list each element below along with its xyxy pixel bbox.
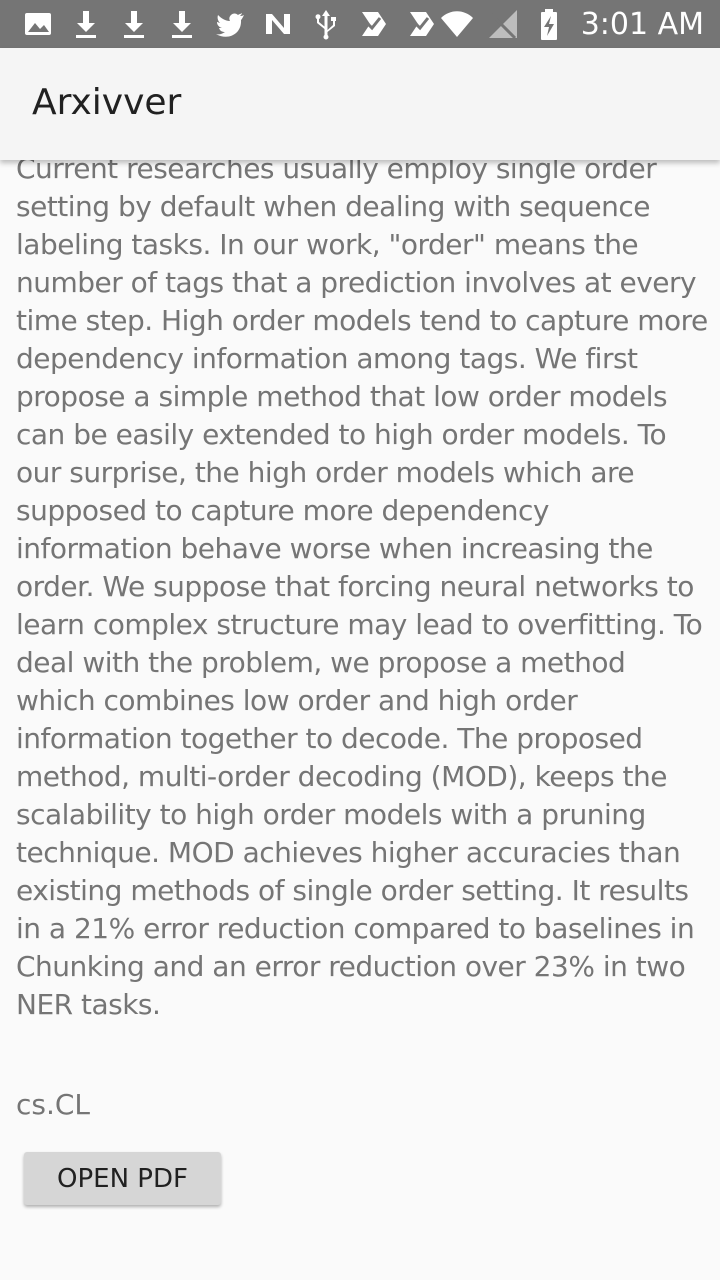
category-label: cs.CL <box>16 1088 91 1121</box>
system-icons: 3:01 AM <box>439 6 704 42</box>
wifi-icon <box>439 6 475 42</box>
status-bar: 3:01 AM <box>0 0 720 48</box>
paper-detail[interactable]: Current researches usually employ single… <box>0 140 720 1280</box>
notification-icons <box>20 6 440 42</box>
download-icon <box>116 6 152 42</box>
app-bar: Arxivver <box>0 48 720 160</box>
download-icon <box>164 6 200 42</box>
twitter-icon <box>212 6 248 42</box>
app-badge-icon <box>356 6 392 42</box>
download-icon <box>68 6 104 42</box>
battery-charging-icon <box>531 6 567 42</box>
image-icon <box>20 6 56 42</box>
no-signal-icon <box>485 6 521 42</box>
n-app-icon <box>260 6 296 42</box>
abstract-text: Current researches usually employ single… <box>16 152 708 1021</box>
app-title: Arxivver <box>32 82 182 123</box>
clock: 3:01 AM <box>580 6 704 42</box>
app-badge-icon <box>404 6 440 42</box>
usb-icon <box>308 6 344 42</box>
open-pdf-button[interactable]: OPEN PDF <box>24 1152 221 1205</box>
